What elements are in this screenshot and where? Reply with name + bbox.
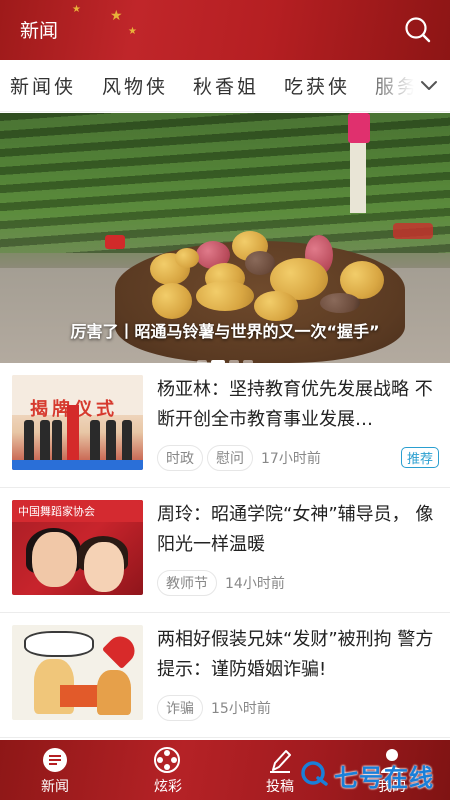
recommend-badge: 推荐: [400, 447, 439, 468]
thumbnail-person: [106, 420, 116, 465]
thumbnail-cartoon-money: [60, 685, 98, 707]
news-tag[interactable]: 诈骗: [157, 695, 203, 721]
news-meta: 教师节 14小时前: [157, 570, 439, 596]
tab-qiuxiangjie[interactable]: 秋香姐: [193, 72, 259, 99]
news-item[interactable]: 揭牌仪式 杨亚林：坚持教育优先发展战略 不断开创全市教育事业发展… 时政慰问 17…: [0, 363, 450, 488]
thumbnail-text: 中国舞蹈家协会: [18, 505, 95, 518]
news-icon: [43, 748, 67, 772]
news-thumbnail: 揭牌仪式: [12, 375, 143, 470]
news-thumbnail: 中国舞蹈家协会: [12, 500, 143, 595]
star-decoration: ★: [72, 4, 81, 15]
banner-image-flowers: [393, 223, 433, 239]
thumbnail-person: [24, 420, 34, 465]
news-meta: 诈骗 15小时前: [157, 695, 439, 721]
featured-banner[interactable]: 厉害了丨昭通马铃薯与世界的又一次“握手”: [0, 113, 450, 363]
banner-image-crops: [0, 113, 450, 253]
thumbnail-person: [122, 420, 132, 465]
category-tabs: 新闻侠 风物侠 秋香姐 吃获侠 服务: [0, 60, 450, 112]
nav-item-xuancai[interactable]: 炫彩: [123, 740, 213, 800]
news-time: 17小时前: [261, 451, 321, 467]
potato: [320, 293, 360, 313]
thumbnail-person: [40, 420, 50, 465]
news-title[interactable]: 杨亚林：坚持教育优先发展战略 不断开创全市教育事业发展…: [157, 375, 439, 435]
banner-caption: 厉害了丨昭通马铃薯与世界的又一次“握手”: [70, 322, 380, 341]
thumbnail-cartoon-man: [97, 670, 131, 715]
thumbnail-heart: [101, 630, 141, 670]
nav-item-news[interactable]: 新闻: [10, 740, 100, 800]
tab-fengwuxia[interactable]: 风物侠: [102, 72, 168, 99]
thumbnail-person: [84, 542, 124, 592]
search-icon[interactable]: [404, 16, 432, 44]
news-tag[interactable]: 时政: [157, 445, 203, 471]
watermark-logo-icon: [301, 761, 328, 786]
news-item[interactable]: 两相好假装兄妹“发财”被刑拘 警方提示：谨防婚姻诈骗! 诈骗 15小时前: [0, 613, 450, 738]
thumbnail-person: [90, 420, 100, 465]
banner-image-flag: [348, 113, 370, 143]
star-decoration: ★: [110, 8, 123, 24]
news-time: 14小时前: [225, 576, 285, 592]
star-decoration: ★: [128, 26, 137, 37]
nav-label: 新闻: [41, 779, 69, 795]
tabs-fade: [360, 60, 420, 111]
potato: [175, 248, 199, 268]
news-meta: 时政 慰问 17小时前 推荐: [157, 445, 439, 471]
tab-chihuoxia[interactable]: 吃获侠: [284, 72, 350, 99]
news-tag[interactable]: 慰问: [207, 445, 253, 471]
thumbnail-person: [32, 532, 77, 587]
news-item[interactable]: 中国舞蹈家协会 周玲：昭通学院“女神”辅导员， 像阳光一样温暖 教师节 14小时前: [0, 488, 450, 613]
tab-xinwenxia[interactable]: 新闻侠: [10, 72, 76, 99]
page-title: 新闻: [20, 20, 59, 42]
top-bar: ★ ★ ★ 新闻: [0, 0, 450, 60]
banner-image-flowers: [105, 235, 125, 249]
carousel-indicator: [0, 349, 450, 363]
thumbnail-floor: [12, 460, 143, 470]
chevron-down-icon[interactable]: [418, 76, 440, 96]
nav-label: 炫彩: [154, 779, 182, 795]
pen-icon: [270, 750, 291, 773]
potato: [196, 281, 254, 311]
thumbnail-person: [52, 420, 62, 465]
news-tag[interactable]: 教师节: [157, 570, 217, 596]
thumbnail-speech-bubble: [24, 631, 94, 657]
potato: [152, 283, 192, 319]
news-thumbnail: [12, 625, 143, 720]
film-reel-icon: [154, 747, 180, 773]
news-title[interactable]: 周玲：昭通学院“女神”辅导员， 像阳光一样温暖: [157, 500, 439, 560]
potato: [254, 291, 298, 321]
news-time: 15小时前: [211, 701, 271, 717]
news-title[interactable]: 两相好假装兄妹“发财”被刑拘 警方提示：谨防婚姻诈骗!: [157, 625, 439, 685]
watermark-text: 七号在线: [334, 764, 434, 792]
